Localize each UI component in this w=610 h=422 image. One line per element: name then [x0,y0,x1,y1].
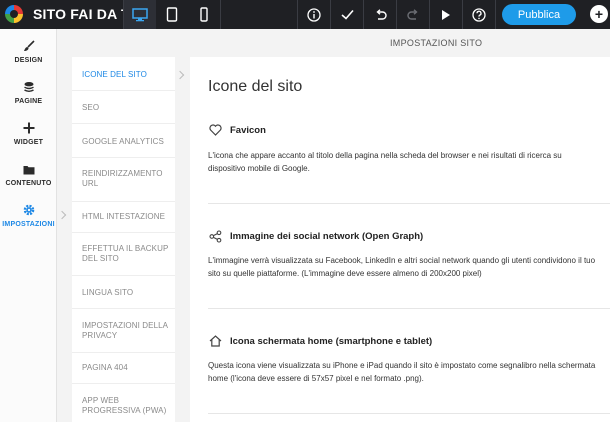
nav-divider [72,90,175,91]
nav-divider [72,352,175,353]
nav-divider [72,157,175,158]
check-button[interactable] [331,0,363,29]
settings-nav-item-language[interactable]: LINGUA SITO [72,288,175,298]
settings-nav-item-pwa[interactable]: APP WEB PROGRESSIVA (PWA) [72,396,175,416]
open-graph-heading: Immagine dei social network (Open Graph) [230,230,424,242]
mobile-icon [200,7,208,22]
sidebar-item-label: WIDGET [13,139,44,146]
page-title: IMPOSTAZIONI SITO [390,38,483,48]
sidebar-item-content[interactable]: CONTENUTO [0,161,57,187]
favicon-description: L'icona che appare accanto al titolo del… [208,151,562,173]
open-graph-description: L'immagine verrà visualizzata su Faceboo… [208,256,596,278]
section-divider [208,308,610,309]
sidebar-item-settings[interactable]: IMPOSTAZIONI [0,202,57,228]
sidebar-item-design[interactable]: DESIGN [0,38,57,64]
sidebar-item-pages[interactable]: PAGINE [0,79,57,105]
settings-nav: ICONE DEL SITO SEO GOOGLE ANALYTICS REIN… [72,57,175,422]
home-icon [209,335,221,347]
nav-divider [72,123,175,124]
check-icon [340,9,354,20]
settings-nav-item-privacy[interactable]: IMPOSTAZIONI DELLA PRIVACY [72,321,175,341]
redo-button[interactable] [397,0,429,29]
redo-icon [406,8,418,20]
nav-divider [72,232,175,233]
toolbar-divider [495,0,496,29]
heart-icon [208,124,222,136]
tablet-view-button[interactable] [156,0,188,29]
info-button[interactable] [298,0,330,29]
help-icon [472,7,486,22]
share-icon [208,229,221,243]
settings-nav-item-seo[interactable]: SEO [72,103,175,113]
brush-icon [23,40,35,51]
settings-nav-item-google-analytics[interactable]: GOOGLE ANALYTICS [72,137,175,147]
undo-icon [375,8,387,20]
gear-icon [23,204,34,216]
section-divider [208,413,610,414]
plus-icon [23,122,34,134]
nav-divider [72,383,175,384]
sidebar-item-label: CONTENUTO [5,180,52,187]
favicon-heading: Favicon [230,124,266,136]
favicon-header[interactable]: Favicon [208,123,266,137]
play-icon [442,9,450,20]
content-title: Icone del sito [208,78,303,95]
settings-nav-item-html-header[interactable]: HTML INTESTAZIONE [72,212,175,222]
mobile-view-button[interactable] [188,0,220,29]
plus-icon: + [594,6,604,22]
nav-divider [72,308,175,309]
active-indicator-icon [57,210,67,220]
publish-button[interactable]: Pubblica [502,4,576,25]
main-sidebar: DESIGN PAGINE WIDGET CONTENUTO IMPOSTAZI… [0,29,57,422]
undo-button[interactable] [364,0,396,29]
content-panel: Icone del sito Favicon L'icona che appar… [190,57,610,422]
preview-button[interactable] [430,0,462,29]
section-divider [208,203,610,204]
toolbar-divider [220,0,221,29]
pages-icon [23,81,34,92]
settings-nav-item-site-icons[interactable]: ICONE DEL SITO [72,70,175,80]
open-graph-header[interactable]: Immagine dei social network (Open Graph) [208,229,423,243]
info-icon [307,7,321,22]
top-toolbar: SITO FAI DA TE Pubblica + [0,0,610,29]
home-icon-heading: Icona schermata home (smartphone e table… [230,335,433,347]
sidebar-item-widget[interactable]: WIDGET [0,120,57,146]
sidebar-item-label: IMPOSTAZIONI [2,221,55,228]
help-button[interactable] [463,0,495,29]
sidebar-item-label: DESIGN [14,57,43,64]
app-logo-icon [5,5,23,23]
settings-nav-item-url-redirect[interactable]: REINDIRIZZAMENTO URL [72,169,175,189]
nav-divider [72,275,175,276]
home-icon-description: Questa icona viene visualizzata su iPhon… [208,361,596,383]
active-indicator-icon [175,70,185,80]
sidebar-item-label: PAGINE [14,98,43,105]
nav-divider [72,201,175,202]
add-button[interactable]: + [590,5,608,23]
desktop-icon [132,7,148,21]
settings-nav-item-404[interactable]: PAGINA 404 [72,363,175,373]
desktop-view-button[interactable] [124,0,156,29]
settings-nav-item-backup[interactable]: EFFETTUA IL BACKUP DEL SITO [72,244,175,264]
home-icon-header[interactable]: Icona schermata home (smartphone e table… [208,334,432,348]
tablet-icon [166,7,178,22]
folder-icon [23,165,34,174]
